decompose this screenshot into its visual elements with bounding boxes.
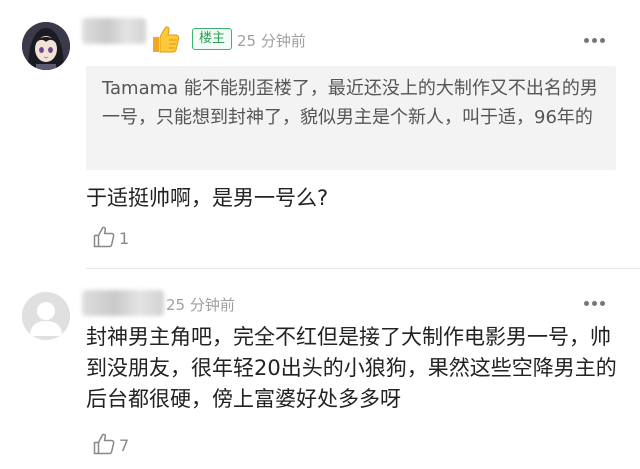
comment-text: 于适挺帅啊，是男一号么? xyxy=(86,186,329,210)
like-count: 1 xyxy=(119,229,130,248)
default-user-icon xyxy=(22,292,70,340)
comment-divider xyxy=(86,268,640,269)
avatar[interactable] xyxy=(22,22,70,70)
comment-item: 25 分钟前 封神男主角吧，完全不红但是接了大制作电影男一号，帅到没朋友，很年轻… xyxy=(0,270,640,469)
thumbs-up-icon xyxy=(93,226,115,248)
thumbs-up-emoji-icon xyxy=(150,24,180,54)
username-blurred[interactable] xyxy=(82,290,164,316)
comment-text: 封神男主角吧，完全不红但是接了大制作电影男一号，帅到没朋友，很年轻20出头的小狼… xyxy=(86,325,617,411)
owner-badge: 楼主 xyxy=(192,28,233,50)
comment-time: 25 分钟前 xyxy=(166,296,235,314)
comment-item: 楼主 25 分钟前 Tamama 能不能别歪楼了，最近还没上的大制作又不出名的男… xyxy=(0,0,640,268)
comment-time: 25 分钟前 xyxy=(237,32,306,50)
more-dots-icon[interactable] xyxy=(584,38,606,44)
username-blurred[interactable] xyxy=(82,18,146,44)
quoted-reply: Tamama 能不能别歪楼了，最近还没上的大制作又不出名的男一号，只能想到封神了… xyxy=(86,66,616,170)
avatar-default[interactable] xyxy=(22,292,70,340)
anime-avatar-image xyxy=(22,22,70,70)
quoted-reply-text: Tamama 能不能别歪楼了，最近还没上的大制作又不出名的男一号，只能想到封神了… xyxy=(102,78,598,128)
thumbs-up-icon xyxy=(93,433,115,455)
like-count: 7 xyxy=(119,436,130,455)
more-dots-icon[interactable] xyxy=(584,301,606,307)
